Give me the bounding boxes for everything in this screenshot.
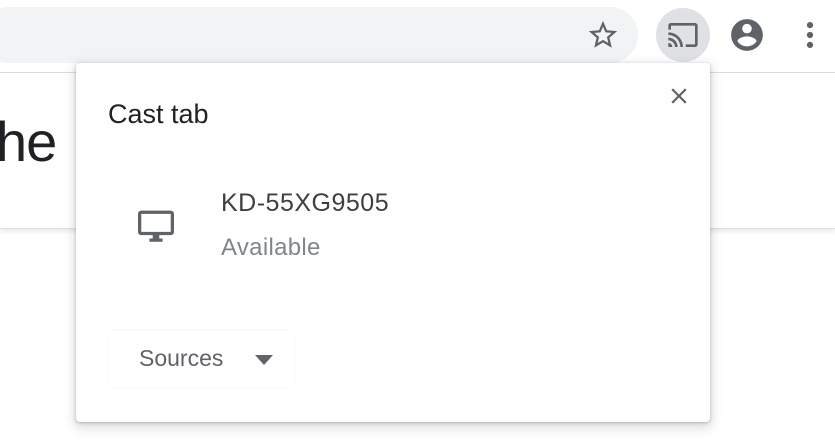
sources-label: Sources [139, 345, 224, 371]
sink-name: KD-55XG9505 [221, 189, 390, 217]
close-icon [671, 88, 687, 104]
tv-icon [138, 210, 174, 242]
arrow-drop-down-icon [255, 355, 273, 365]
cast-sink-item[interactable]: KD-55XG9505 Available [76, 173, 710, 275]
dialog-title: Cast tab [108, 99, 209, 129]
omnibox[interactable] [0, 7, 638, 63]
account-circle-icon[interactable] [728, 16, 766, 54]
sink-status: Available [221, 234, 321, 261]
close-button[interactable] [662, 79, 696, 113]
cast-dialog: Cast tab KD-55XG9505 Available Sources [76, 63, 710, 422]
star-icon[interactable] [586, 18, 620, 52]
sources-dropdown-button[interactable]: Sources [108, 331, 294, 387]
more-vert-icon[interactable] [798, 18, 822, 52]
cast-icon [668, 23, 698, 47]
cast-button[interactable] [656, 8, 710, 62]
page-heading-fragment: he [0, 110, 57, 173]
